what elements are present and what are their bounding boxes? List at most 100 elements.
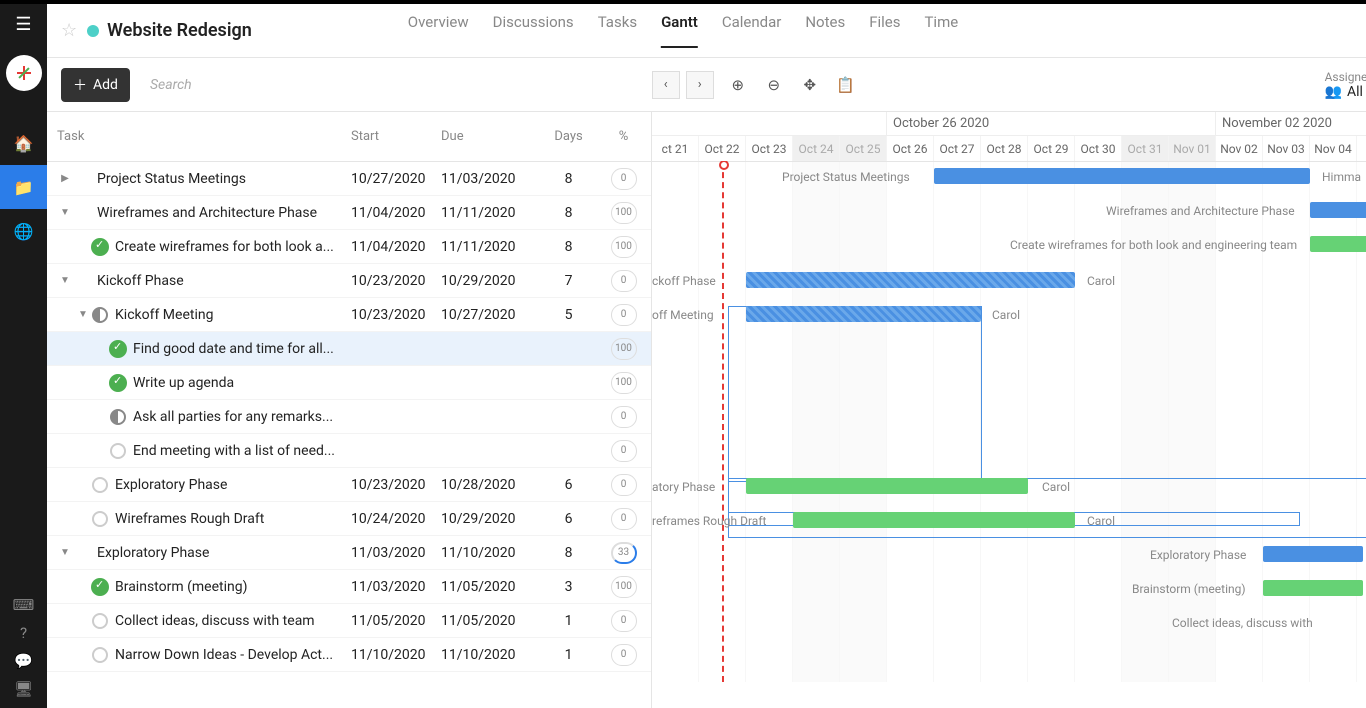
timeline-day[interactable]: Nov 04: [1310, 136, 1357, 161]
tab-calendar[interactable]: Calendar: [722, 13, 782, 48]
tab-gantt[interactable]: Gantt: [661, 13, 698, 48]
col-due-header[interactable]: Due: [441, 129, 541, 144]
chevron-icon[interactable]: ▼: [57, 547, 73, 558]
chevron-icon[interactable]: ▼: [57, 207, 73, 218]
gantt-bar[interactable]: [1310, 202, 1366, 218]
assigned-filter[interactable]: 👥All: [1325, 84, 1366, 100]
task-name: Collect ideas, discuss with team: [115, 613, 351, 629]
tab-notes[interactable]: Notes: [805, 13, 845, 48]
timeline-day[interactable]: Oct 29: [1028, 136, 1075, 161]
prev-button[interactable]: ‹: [652, 71, 680, 99]
tab-overview[interactable]: Overview: [408, 13, 469, 48]
pct-badge: 0: [611, 610, 637, 632]
task-row[interactable]: Find good date and time for all...100: [47, 332, 651, 366]
tab-files[interactable]: Files: [869, 13, 900, 48]
task-row[interactable]: Exploratory Phase10/23/202010/28/202060: [47, 468, 651, 502]
check-empty-icon[interactable]: [92, 647, 108, 663]
timeline-day[interactable]: Oct 30: [1075, 136, 1122, 161]
new-button[interactable]: [6, 55, 42, 91]
task-row[interactable]: Brainstorm (meeting)11/03/202011/05/2020…: [47, 570, 651, 604]
task-row[interactable]: Ask all parties for any remarks...0: [47, 400, 651, 434]
chat-icon[interactable]: 💬: [14, 652, 33, 670]
calendar-icon[interactable]: 📋: [834, 73, 858, 97]
col-days-header[interactable]: Days: [541, 129, 596, 144]
gantt-assignee: Carol: [1087, 514, 1115, 528]
timeline-day[interactable]: Nov 02: [1216, 136, 1263, 161]
task-name: End meeting with a list of need...: [133, 443, 351, 459]
task-start: 10/24/2020: [351, 511, 441, 527]
gantt-bar[interactable]: [793, 512, 1075, 528]
task-row[interactable]: ▼Wireframes and Architecture Phase11/04/…: [47, 196, 651, 230]
timeline-day[interactable]: Nov 03: [1263, 136, 1310, 161]
next-button[interactable]: ›: [686, 71, 714, 99]
gantt-bar[interactable]: [746, 306, 981, 322]
task-row[interactable]: Wireframes Rough Draft10/24/202010/29/20…: [47, 502, 651, 536]
dependency-line: [728, 306, 982, 482]
col-start-header[interactable]: Start: [351, 129, 441, 144]
chevron-icon[interactable]: ▶: [57, 173, 73, 184]
check-empty-icon[interactable]: [92, 511, 108, 527]
col-task-header[interactable]: Task: [57, 129, 351, 144]
task-row[interactable]: Narrow Down Ideas - Develop Act...11/10/…: [47, 638, 651, 672]
task-row[interactable]: ▼Kickoff Meeting10/23/202010/27/202050: [47, 298, 651, 332]
task-due: 11/11/2020: [441, 205, 541, 221]
assigned-label: Assigned:: [1325, 70, 1366, 84]
chevron-icon[interactable]: ▼: [57, 275, 73, 286]
task-start: 11/04/2020: [351, 205, 441, 221]
task-due: 11/11/2020: [441, 239, 541, 255]
gantt-assignee: Carol: [1087, 274, 1115, 288]
gantt-bar[interactable]: [746, 478, 1028, 494]
project-status-dot: [87, 25, 99, 37]
timeline-day[interactable]: Oct 27: [934, 136, 981, 161]
star-icon[interactable]: ☆: [61, 20, 77, 41]
check-empty-icon[interactable]: [110, 443, 126, 459]
zoom-in-icon[interactable]: ⊕: [726, 73, 750, 97]
check-half-icon[interactable]: [92, 307, 108, 323]
menu-icon[interactable]: ☰: [15, 14, 31, 35]
task-days: 8: [541, 545, 596, 561]
gantt-bar-label: Create wireframes for both look and engi…: [1010, 238, 1297, 252]
task-row[interactable]: End meeting with a list of need...0: [47, 434, 651, 468]
task-row[interactable]: ▶Project Status Meetings10/27/202011/03/…: [47, 162, 651, 196]
tabs-bar: Overview Discussions Tasks Gantt Calendar Not…: [408, 13, 958, 48]
tab-tasks[interactable]: Tasks: [598, 13, 637, 48]
search-input[interactable]: [150, 77, 597, 93]
task-start: 10/27/2020: [351, 171, 441, 187]
task-row[interactable]: Create wireframes for both look a...11/0…: [47, 230, 651, 264]
tab-discussions[interactable]: Discussions: [493, 13, 574, 48]
timeline-day[interactable]: Oct 25: [840, 136, 887, 161]
pct-badge: 0: [611, 406, 637, 428]
timeline-day[interactable]: Oct 31: [1122, 136, 1169, 161]
tab-time[interactable]: Time: [924, 13, 958, 48]
gantt-bar[interactable]: [746, 272, 1075, 288]
monitor-icon[interactable]: 🖥: [14, 680, 33, 698]
col-pct-header[interactable]: %: [596, 129, 651, 144]
task-row[interactable]: ▼Exploratory Phase11/03/202011/10/202083…: [47, 536, 651, 570]
task-row[interactable]: ▼Kickoff Phase10/23/202010/29/202070: [47, 264, 651, 298]
task-due: 10/29/2020: [441, 511, 541, 527]
timeline-day[interactable]: ct 21: [652, 136, 699, 161]
task-row[interactable]: Collect ideas, discuss with team11/05/20…: [47, 604, 651, 638]
task-row[interactable]: Write up agenda100: [47, 366, 651, 400]
check-empty-icon[interactable]: [92, 613, 108, 629]
chevron-icon[interactable]: ▼: [75, 309, 91, 320]
check-empty-icon[interactable]: [92, 477, 108, 493]
gantt-bar[interactable]: [1263, 580, 1363, 596]
folder-icon[interactable]: 📁: [0, 165, 47, 209]
gantt-bar[interactable]: [934, 168, 1310, 184]
timeline-day[interactable]: Nov 01: [1169, 136, 1216, 161]
timeline-day[interactable]: Oct 28: [981, 136, 1028, 161]
check-half-icon[interactable]: [110, 409, 126, 425]
home-icon[interactable]: 🏠: [0, 121, 47, 165]
globe-icon[interactable]: 🌐: [0, 209, 47, 253]
add-button[interactable]: ＋Add: [61, 68, 130, 102]
timeline-day[interactable]: Oct 23: [746, 136, 793, 161]
gantt-bar[interactable]: [1263, 546, 1363, 562]
timeline-day[interactable]: Oct 24: [793, 136, 840, 161]
gantt-bar[interactable]: [1310, 236, 1366, 252]
timeline-day[interactable]: Oct 26: [887, 136, 934, 161]
keyboard-icon[interactable]: ⌨: [13, 596, 35, 614]
fit-icon[interactable]: ✥: [798, 73, 822, 97]
zoom-out-icon[interactable]: ⊖: [762, 73, 786, 97]
help-icon[interactable]: ?: [20, 624, 27, 642]
